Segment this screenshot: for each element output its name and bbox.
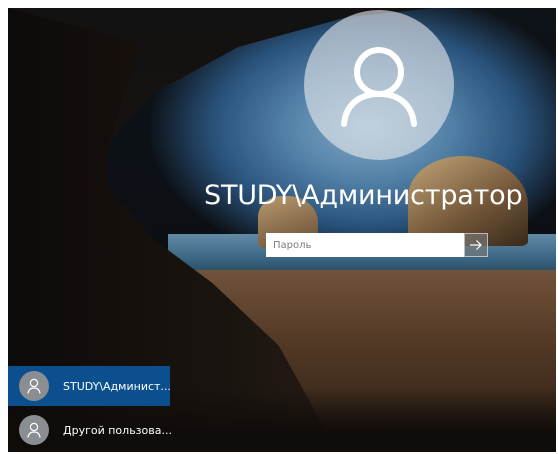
submit-button[interactable] xyxy=(464,233,488,257)
user-list: STUDY\Админист... Другой пользова... xyxy=(8,366,172,452)
user-icon xyxy=(27,378,41,394)
user-avatar-small xyxy=(19,371,49,401)
user-icon xyxy=(27,422,41,438)
arrow-right-icon xyxy=(470,240,482,250)
user-icon xyxy=(341,47,417,127)
password-row xyxy=(266,233,488,257)
user-list-item-label: Другой пользова... xyxy=(63,423,172,437)
lock-screen: STUDY\Администратор STUDY\Админист... Др… xyxy=(8,8,556,452)
user-list-item-other[interactable]: Другой пользова... xyxy=(8,410,172,450)
user-list-item-admin[interactable]: STUDY\Админист... xyxy=(8,366,171,406)
username-label: STUDY\Администратор xyxy=(204,180,523,211)
user-avatar-large xyxy=(304,10,454,160)
user-avatar-small xyxy=(19,415,49,445)
password-input[interactable] xyxy=(266,233,464,257)
user-list-item-label: STUDY\Админист... xyxy=(63,379,171,393)
